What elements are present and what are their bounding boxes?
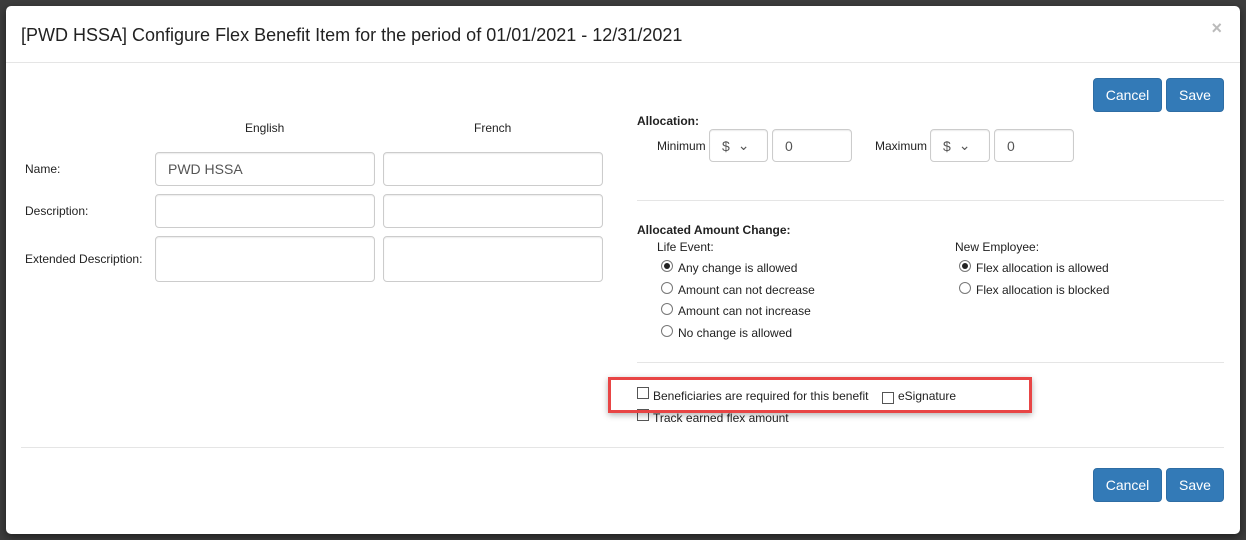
minimum-currency-value: $: [722, 137, 730, 154]
cancel-button-bottom[interactable]: Cancel: [1093, 468, 1162, 502]
divider: [637, 200, 1224, 201]
footer-divider: [21, 447, 1224, 448]
save-button-top[interactable]: Save: [1166, 78, 1224, 112]
allocation-heading: Allocation:: [637, 114, 699, 128]
life-event-label: Life Event:: [657, 240, 714, 254]
extended-description-label: Extended Description:: [25, 252, 143, 266]
chevron-down-icon: ⌄: [958, 137, 971, 153]
highlight-annotation-box: [608, 377, 1032, 413]
close-icon[interactable]: ×: [1211, 18, 1222, 39]
amount-change-heading: Allocated Amount Change:: [637, 223, 791, 237]
maximum-currency-select[interactable]: $ ⌄: [930, 129, 990, 162]
flex-allowed-label: Flex allocation is allowed: [976, 261, 1109, 275]
radio-any-change-allowed[interactable]: [661, 260, 673, 272]
minimum-label: Minimum: [657, 139, 706, 153]
english-column-header: English: [245, 121, 285, 135]
cancel-button-top[interactable]: Cancel: [1093, 78, 1162, 112]
description-french-input[interactable]: [383, 194, 603, 228]
description-english-input[interactable]: [155, 194, 375, 228]
flex-blocked-label: Flex allocation is blocked: [976, 283, 1110, 297]
header-divider: [6, 62, 1240, 63]
french-column-header: French: [474, 121, 512, 135]
divider: [637, 362, 1224, 363]
extended-description-french-input[interactable]: [383, 236, 603, 282]
name-english-input[interactable]: PWD HSSA: [155, 152, 375, 186]
radio-no-change-allowed[interactable]: [661, 325, 673, 337]
radio-amount-not-decrease[interactable]: [661, 282, 673, 294]
name-french-input[interactable]: [383, 152, 603, 186]
name-label: Name:: [25, 162, 61, 176]
description-label: Description:: [25, 204, 89, 218]
track-earned-flex-label: Track earned flex amount: [653, 411, 789, 425]
save-button-bottom[interactable]: Save: [1166, 468, 1224, 502]
extended-description-english-input[interactable]: [155, 236, 375, 282]
amount-not-increase-label: Amount can not increase: [678, 304, 811, 318]
chevron-down-icon: ⌄: [737, 137, 750, 153]
configure-flex-benefit-dialog: [PWD HSSA] Configure Flex Benefit Item f…: [6, 6, 1240, 534]
amount-not-decrease-label: Amount can not decrease: [678, 283, 815, 297]
minimum-currency-select[interactable]: $ ⌄: [709, 129, 768, 162]
radio-flex-allowed[interactable]: [959, 260, 971, 272]
new-employee-label: New Employee:: [955, 240, 1040, 254]
radio-amount-not-increase[interactable]: [661, 303, 673, 315]
radio-flex-blocked[interactable]: [959, 282, 971, 294]
dialog-title: [PWD HSSA] Configure Flex Benefit Item f…: [21, 25, 683, 45]
minimum-value-input[interactable]: 0: [772, 129, 852, 162]
maximum-currency-value: $: [943, 137, 951, 154]
maximum-label: Maximum: [875, 139, 928, 153]
no-change-allowed-label: No change is allowed: [678, 326, 793, 340]
any-change-allowed-label: Any change is allowed: [678, 261, 798, 275]
maximum-value-input[interactable]: 0: [994, 129, 1074, 162]
